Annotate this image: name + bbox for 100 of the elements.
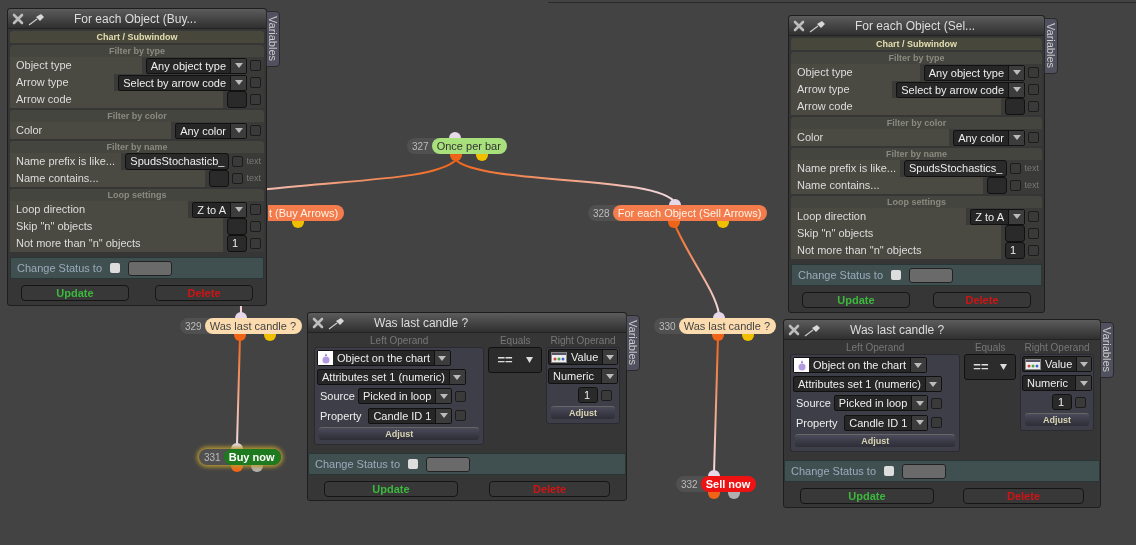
checkbox[interactable] xyxy=(250,125,261,136)
checkbox[interactable] xyxy=(250,77,261,88)
pin-icon[interactable] xyxy=(28,11,46,26)
flow-node[interactable]: 327 Once per bar xyxy=(407,138,507,154)
checkbox[interactable] xyxy=(1010,180,1022,191)
dropdown[interactable]: Picked in loop xyxy=(358,388,453,405)
operator-dropdown[interactable]: == xyxy=(964,354,1016,380)
flow-node[interactable]: 328 For each Object (Sell Arrows) xyxy=(588,205,768,221)
checkbox[interactable] xyxy=(250,60,261,71)
status-field[interactable] xyxy=(909,267,953,283)
connector-port[interactable] xyxy=(234,334,246,341)
dropdown[interactable]: Candle ID 1 xyxy=(368,407,453,424)
dropdown[interactable]: Value xyxy=(548,349,618,365)
update-button[interactable]: Update xyxy=(324,481,458,497)
connector-port[interactable] xyxy=(450,154,462,161)
input-field[interactable]: SpudsStochasticb_ xyxy=(125,153,230,170)
input-field[interactable] xyxy=(209,170,230,187)
update-button[interactable]: Update xyxy=(802,292,910,308)
dropdown[interactable]: Numeric xyxy=(548,368,618,384)
status-checkbox[interactable] xyxy=(884,466,894,476)
input-field[interactable] xyxy=(227,91,247,108)
connector-port[interactable] xyxy=(712,334,724,341)
dropdown[interactable]: Any object type xyxy=(145,57,247,74)
connector-port[interactable] xyxy=(742,334,754,341)
checkbox[interactable] xyxy=(250,221,261,232)
dropdown[interactable]: Z to A xyxy=(970,208,1025,225)
dropdown[interactable]: Attributes set 1 (numeric) xyxy=(317,369,466,385)
input-field[interactable]: 1 xyxy=(578,387,598,403)
checkbox[interactable] xyxy=(1028,84,1039,95)
input-field[interactable] xyxy=(987,177,1008,194)
checkbox[interactable] xyxy=(250,94,261,105)
connector-port[interactable] xyxy=(251,465,263,472)
input-field[interactable] xyxy=(227,218,247,235)
status-checkbox[interactable] xyxy=(891,270,901,280)
connector-port[interactable] xyxy=(728,492,740,499)
input-field[interactable]: 1 xyxy=(1005,242,1025,259)
checkbox[interactable] xyxy=(931,397,943,409)
connector-port[interactable] xyxy=(292,221,304,228)
update-button[interactable]: Update xyxy=(21,285,129,301)
connector-port[interactable] xyxy=(668,221,680,228)
dropdown[interactable]: Picked in loop xyxy=(833,395,929,412)
close-icon[interactable] xyxy=(12,12,24,25)
connector-port[interactable] xyxy=(235,312,247,318)
status-field[interactable] xyxy=(426,456,470,472)
checkbox[interactable] xyxy=(601,389,612,401)
connector-port[interactable] xyxy=(708,492,720,499)
connector-port[interactable] xyxy=(717,221,729,228)
checkbox[interactable] xyxy=(455,410,467,422)
dropdown[interactable]: Any color xyxy=(175,122,247,139)
close-icon[interactable] xyxy=(793,19,805,32)
connector-port[interactable] xyxy=(264,334,276,341)
update-button[interactable]: Update xyxy=(800,488,934,504)
checkbox[interactable] xyxy=(232,156,244,167)
operator-dropdown[interactable]: == xyxy=(488,347,542,373)
dropdown[interactable]: Object on the chart xyxy=(317,350,451,366)
checkbox[interactable] xyxy=(455,390,467,402)
dropdown[interactable]: Select by arrow code xyxy=(118,74,247,91)
checkbox[interactable] xyxy=(931,417,943,429)
connector-port[interactable] xyxy=(449,132,461,138)
connector-port[interactable] xyxy=(231,465,243,472)
connector-port[interactable] xyxy=(231,443,243,449)
status-field[interactable] xyxy=(902,463,946,479)
pin-icon[interactable] xyxy=(804,322,822,337)
input-field[interactable]: 1 xyxy=(1052,394,1072,410)
status-checkbox[interactable] xyxy=(110,263,120,273)
input-field[interactable]: SpudsStochastics_ xyxy=(903,160,1008,177)
checkbox[interactable] xyxy=(1028,101,1039,112)
checkbox[interactable] xyxy=(1075,396,1086,408)
checkbox[interactable] xyxy=(1028,132,1039,143)
input-field[interactable] xyxy=(1005,225,1025,242)
checkbox[interactable] xyxy=(1028,67,1039,78)
variables-tab[interactable]: Variables xyxy=(626,315,640,371)
dropdown[interactable]: Any color xyxy=(953,129,1025,146)
connector-port[interactable] xyxy=(708,470,720,476)
dropdown[interactable]: Select by arrow code xyxy=(896,81,1025,98)
dropdown[interactable]: Any object type xyxy=(923,64,1025,81)
adjust-button[interactable]: Adjust xyxy=(1025,413,1089,426)
variables-tab[interactable]: Variables xyxy=(1100,322,1114,378)
flow-node[interactable]: 330 Was last candle ? xyxy=(654,318,777,334)
checkbox[interactable] xyxy=(1028,228,1039,239)
dropdown[interactable]: Attributes set 1 (numeric) xyxy=(793,376,942,392)
adjust-button[interactable]: Adjust xyxy=(551,406,615,419)
status-checkbox[interactable] xyxy=(408,459,418,469)
input-field[interactable] xyxy=(1005,98,1025,115)
checkbox[interactable] xyxy=(1028,245,1039,256)
variables-tab[interactable]: Variables xyxy=(266,11,280,67)
dropdown[interactable]: Numeric xyxy=(1022,375,1092,391)
adjust-button[interactable]: Adjust xyxy=(319,427,480,440)
pin-icon[interactable] xyxy=(328,315,346,330)
checkbox[interactable] xyxy=(250,238,261,249)
variables-tab[interactable]: Variables xyxy=(1044,18,1058,74)
pin-icon[interactable] xyxy=(809,18,827,33)
dropdown[interactable]: Candle ID 1 xyxy=(844,414,929,431)
connector-port[interactable] xyxy=(476,154,488,161)
checkbox[interactable] xyxy=(1010,163,1022,174)
checkbox[interactable] xyxy=(1028,211,1039,222)
flow-node[interactable]: 329 Was last candle ? xyxy=(180,318,303,334)
dropdown[interactable]: Value xyxy=(1022,356,1092,372)
checkbox[interactable] xyxy=(250,204,261,215)
dropdown[interactable]: Z to A xyxy=(192,201,247,218)
